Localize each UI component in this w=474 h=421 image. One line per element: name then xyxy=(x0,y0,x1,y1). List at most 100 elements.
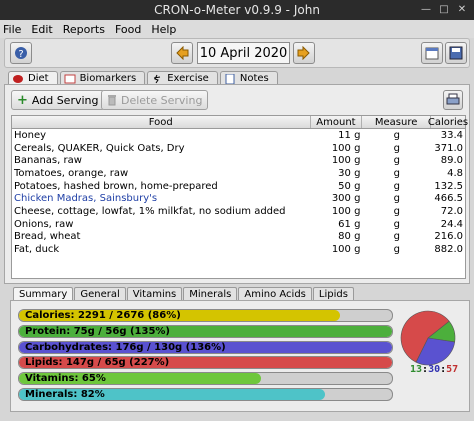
calories-cell: 466.5 xyxy=(434,193,463,205)
measure-cell: g xyxy=(393,193,400,205)
table-row[interactable]: Cheese, cottage, lowfat, 1% milkfat, no … xyxy=(12,205,465,218)
help-button[interactable]: ? xyxy=(10,42,32,64)
left-arrow-icon xyxy=(176,46,189,60)
table-row[interactable]: Onions, raw 61 g g 24.4 xyxy=(12,218,465,231)
window-title: CRON-o-Meter v0.9.9 - John xyxy=(154,3,320,17)
add-serving-button[interactable]: + Add Serving xyxy=(11,90,105,110)
previous-day-button[interactable] xyxy=(171,42,193,64)
tab-vitamins[interactable]: Vitamins xyxy=(126,287,183,300)
delete-serving-button[interactable]: Delete Serving xyxy=(101,90,209,110)
nutrient-bar: Vitamins: 65% xyxy=(18,372,393,386)
menu-file[interactable]: File xyxy=(3,23,21,36)
tab-biomarkers-label: Biomarkers xyxy=(79,73,137,84)
tab-exercise[interactable]: Exercise xyxy=(147,71,218,85)
food-cell: Onions, raw xyxy=(14,218,74,230)
table-row[interactable]: Cereals, QUAKER, Quick Oats, Dry 100 g g 37… xyxy=(12,142,465,155)
minimize-icon[interactable]: — xyxy=(420,4,432,16)
biomarkers-icon xyxy=(64,74,76,83)
table-row[interactable]: Tomatoes, orange, raw 30 g g 4.8 xyxy=(12,167,465,180)
measure-cell: g xyxy=(393,167,400,179)
measure-cell: g xyxy=(393,142,400,154)
nutrient-bar-label: Carbohydrates: 176g / 130g (136%) xyxy=(25,341,226,353)
tab-biomarkers[interactable]: Biomarkers xyxy=(59,71,146,85)
amount-cell: 50 g xyxy=(338,180,361,192)
column-amount[interactable]: Amount xyxy=(311,116,363,128)
date-display[interactable]: 10 April 2020 xyxy=(197,42,290,64)
ratio-part: 13 xyxy=(410,364,423,375)
table-row[interactable]: Fat, duck 100 g g 882.0 xyxy=(12,243,465,256)
nutrient-bar-label: Protein: 75g / 56g (135%) xyxy=(25,325,170,337)
tab-minerals[interactable]: Minerals xyxy=(183,287,238,300)
servings-table: Food Amount Measure Calories Honey 11 g g 3… xyxy=(11,115,468,279)
nutrient-bar-label: Minerals: 82% xyxy=(25,389,105,400)
tab-amino-acids[interactable]: Amino Acids xyxy=(238,287,312,300)
tab-lipids[interactable]: Lipids xyxy=(312,287,354,300)
summary-tabs: Summary General Vitamins Minerals Amino … xyxy=(13,287,354,300)
food-cell: Bananas, raw xyxy=(14,155,82,167)
measure-cell: g xyxy=(393,129,400,141)
tab-diet[interactable]: Diet xyxy=(8,71,58,85)
measure-cell: g xyxy=(393,180,400,192)
calories-cell: 216.0 xyxy=(434,231,463,243)
calendar-button[interactable] xyxy=(421,42,443,64)
plus-icon: + xyxy=(17,92,28,108)
menu-reports[interactable]: Reports xyxy=(63,23,105,36)
calories-cell: 72.0 xyxy=(440,205,463,217)
next-day-button[interactable] xyxy=(293,42,315,64)
trash-icon xyxy=(108,95,116,106)
nutrient-bar: Protein: 75g / 56g (135%) xyxy=(18,324,393,338)
menu-food[interactable]: Food xyxy=(115,23,141,36)
amount-cell: 100 g xyxy=(331,155,361,167)
nutrient-bar: Carbohydrates: 176g / 130g (136%) xyxy=(18,340,393,354)
delete-serving-label: Delete Serving xyxy=(121,93,203,107)
food-cell: Cheese, cottage, lowfat, 1% milkfat, no … xyxy=(14,205,286,217)
ratio-part: 57 xyxy=(446,364,459,375)
summary-panel: Calories: 2291 / 2676 (86%) Protein: 75g … xyxy=(10,300,470,412)
amount-cell: 30 g xyxy=(338,167,361,179)
table-row[interactable]: Potatoes, hashed brown, home-prepared 50 … xyxy=(12,180,465,193)
table-row[interactable]: Bananas, raw 100 g g 89.0 xyxy=(12,154,465,167)
tab-notes[interactable]: Notes xyxy=(219,71,278,85)
diet-panel: + Add Serving Delete Serving Food Amount… xyxy=(4,84,470,284)
menu-help[interactable]: Help xyxy=(151,23,176,36)
add-serving-label: Add Serving xyxy=(31,93,99,107)
title-bar: CRON-o-Meter v0.9.9 - John — □ ✕ xyxy=(0,0,474,20)
exercise-icon xyxy=(154,74,161,83)
print-icon xyxy=(446,93,460,105)
question-icon: ? xyxy=(15,47,27,60)
print-button[interactable] xyxy=(443,90,463,110)
right-arrow-icon xyxy=(297,46,310,60)
close-icon[interactable]: ✕ xyxy=(456,4,468,16)
diet-icon xyxy=(13,74,23,83)
tab-summary[interactable]: Summary xyxy=(13,287,74,300)
calories-cell: 24.4 xyxy=(440,218,463,230)
column-measure[interactable]: Measure xyxy=(362,116,431,128)
calendar-icon xyxy=(425,47,439,60)
measure-cell: g xyxy=(393,244,400,256)
menu-edit[interactable]: Edit xyxy=(31,23,52,36)
nutrient-bar: Calories: 2291 / 2676 (86%) xyxy=(18,309,393,322)
food-cell: Bread, wheat xyxy=(14,231,81,243)
amount-cell: 100 g xyxy=(331,142,361,154)
table-row[interactable]: Chicken Madras, Sainsbury's 300 g g 466.5 xyxy=(12,192,465,205)
calories-cell: 132.5 xyxy=(434,180,463,192)
amount-cell: 100 g xyxy=(331,244,361,256)
macro-pie-chart xyxy=(400,310,456,366)
nutrient-bar: Minerals: 82% xyxy=(18,388,393,401)
calories-cell: 371.0 xyxy=(434,142,463,154)
calories-cell: 882.0 xyxy=(434,244,463,256)
table-row[interactable]: Honey 11 g g 33.4 xyxy=(12,129,465,142)
calories-cell: 33.4 xyxy=(440,129,463,141)
column-food[interactable]: Food xyxy=(12,116,311,128)
measure-cell: g xyxy=(393,231,400,243)
table-row[interactable]: Bread, wheat 80 g g 216.0 xyxy=(12,231,465,244)
notes-icon xyxy=(225,73,235,84)
column-calories[interactable]: Calories xyxy=(428,116,468,128)
tab-general[interactable]: General xyxy=(74,287,126,300)
amount-cell: 300 g xyxy=(331,193,361,205)
food-cell: Potatoes, hashed brown, home-prepared xyxy=(14,180,218,192)
nutrient-bar-label: Lipids: 147g / 65g (227%) xyxy=(25,357,170,369)
save-button[interactable] xyxy=(445,42,467,64)
maximize-icon[interactable]: □ xyxy=(438,4,450,16)
menu-bar: File Edit Reports Food Help xyxy=(0,20,474,38)
